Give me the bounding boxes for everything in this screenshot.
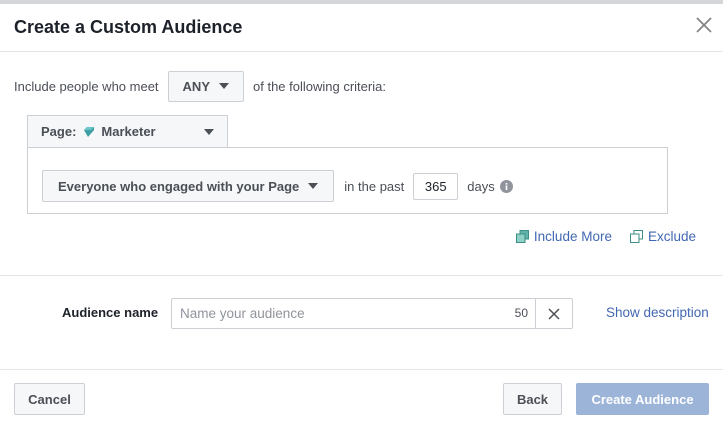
criteria-row: Include people who meet ANY of the follo… <box>14 70 386 102</box>
back-button[interactable]: Back <box>503 383 562 415</box>
exclude-link[interactable]: Exclude <box>629 229 696 244</box>
days-input[interactable]: 365 <box>413 172 459 200</box>
divider <box>0 369 723 370</box>
dialog-title: Create a Custom Audience <box>14 17 243 37</box>
exclude-icon <box>629 230 643 243</box>
exclude-label: Exclude <box>647 229 696 244</box>
include-more-icon <box>515 230 529 243</box>
show-description-link[interactable]: Show description <box>606 305 709 320</box>
match-any-label: ANY <box>182 78 210 94</box>
caret-down-icon <box>204 129 214 135</box>
criteria-prefix: Include people who meet <box>14 78 159 94</box>
include-more-link[interactable]: Include More <box>515 229 612 244</box>
dialog-header: Create a Custom Audience <box>0 4 723 52</box>
rule-actions: Include More Exclude <box>515 229 696 244</box>
audience-name-label: Audience name <box>62 305 159 320</box>
include-more-label: Include More <box>533 229 612 244</box>
days-label: days <box>467 178 495 194</box>
info-icon[interactable] <box>499 179 513 193</box>
engagement-dropdown[interactable]: Everyone who engaged with your Page <box>42 170 335 202</box>
audience-name-input[interactable]: Name your audience 50 <box>171 298 573 329</box>
page-source-label: Page: <box>41 124 77 139</box>
divider <box>0 275 723 276</box>
close-icon[interactable] <box>695 16 713 34</box>
page-source-name: Marketer <box>101 124 156 139</box>
past-label: in the past <box>344 178 405 194</box>
create-custom-audience-dialog: Create a Custom Audience Include people … <box>0 0 723 423</box>
caret-down-icon <box>219 83 229 89</box>
audience-name-placeholder: Name your audience <box>180 306 305 321</box>
cancel-button[interactable]: Cancel <box>14 383 85 415</box>
char-count: 50 <box>514 306 528 320</box>
caret-down-icon <box>308 183 319 189</box>
create-audience-button[interactable]: Create Audience <box>576 383 709 415</box>
page-source-dropdown[interactable]: Page: Marketer <box>27 115 228 147</box>
gem-icon <box>84 126 95 137</box>
close-icon <box>548 307 560 320</box>
criteria-suffix: of the following criteria: <box>253 78 386 94</box>
engagement-label: Everyone who engaged with your Page <box>58 178 300 194</box>
criteria-box: Everyone who engaged with your Page in t… <box>27 147 668 214</box>
engagement-row: Everyone who engaged with your Page in t… <box>42 170 513 202</box>
clear-input-button[interactable] <box>535 299 572 328</box>
match-any-dropdown[interactable]: ANY <box>167 70 244 102</box>
